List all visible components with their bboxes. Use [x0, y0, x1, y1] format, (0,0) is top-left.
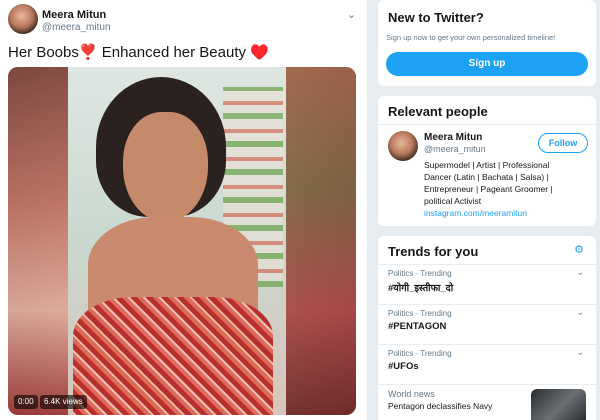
divider [378, 124, 596, 125]
gear-icon[interactable]: ⚙ [574, 243, 584, 256]
signup-button[interactable]: Sign up [386, 52, 588, 76]
signup-subtitle: Sign up now to get your own personalized… [386, 33, 556, 42]
trends-card: Trends for you ⚙ Politics · Trending #यो… [378, 236, 596, 420]
heart-icon: ♥️ [250, 44, 269, 61]
follow-button[interactable]: Follow [538, 133, 588, 153]
chevron-down-icon[interactable]: ⌄ [576, 267, 584, 278]
signup-card: New to Twitter? Sign up now to get your … [378, 0, 596, 86]
trend-item[interactable]: Politics · Trending #PENTAGON ⌄ [378, 304, 596, 344]
video-blur-left [8, 67, 68, 415]
trend-meta: Politics · Trending [388, 349, 452, 358]
avatar[interactable] [388, 131, 418, 161]
video-time: 0:00 [14, 395, 38, 409]
trend-item[interactable]: Politics · Trending #योगी_इस्तीफा_दो ⌄ [378, 264, 596, 304]
display-name[interactable]: Meera Mitun [42, 9, 106, 21]
person-bio: Supermodel | Artist | Professional Dance… [424, 160, 553, 206]
person-handle[interactable]: @meera_mitun [424, 144, 486, 154]
tweet-header: Meera Mitun @meera_mitun ⌄ [8, 4, 360, 36]
trend-name[interactable]: #PENTAGON [388, 321, 446, 332]
chevron-down-icon[interactable]: ⌄ [347, 8, 356, 21]
trend-name[interactable]: #योगी_इस्तीफा_दो [388, 281, 453, 294]
signup-title: New to Twitter? [388, 10, 484, 25]
person-link[interactable]: instagram.com/meeramitun [424, 208, 527, 218]
video-blur-right [286, 67, 356, 415]
trend-meta: Politics · Trending [388, 269, 452, 278]
news-label: World news [388, 389, 435, 399]
tweet-text-part-2: Enhanced her Beauty [97, 44, 251, 61]
chevron-down-icon[interactable]: ⌄ [576, 307, 584, 318]
trend-name[interactable]: #UFOs [388, 361, 419, 372]
tweet-text: Her Boobs❣️ Enhanced her Beauty ♥️ [8, 43, 269, 61]
chevron-down-icon[interactable]: ⌄ [576, 347, 584, 358]
video-subject-face [123, 112, 208, 222]
relevant-people-card: Relevant people Meera Mitun @meera_mitun… [378, 96, 596, 226]
avatar[interactable] [8, 4, 38, 34]
news-title[interactable]: Pentagon declassifies Navy [388, 401, 518, 420]
twitter-page: Meera Mitun @meera_mitun ⌄ Her Boobs❣️ E… [0, 0, 600, 420]
news-thumbnail[interactable] [531, 389, 586, 420]
trend-item[interactable]: Politics · Trending #UFOs ⌄ [378, 344, 596, 384]
video-views: 6.4K views [40, 395, 87, 409]
tweet-text-part-1: Her Boobs [8, 44, 79, 61]
heart-exclamation-icon: ❣️ [78, 44, 98, 61]
tweet-video[interactable]: 0:00 6.4K views [8, 67, 356, 415]
user-handle[interactable]: @meera_mitun [42, 22, 111, 33]
relevant-people-title: Relevant people [388, 104, 488, 119]
news-item[interactable]: World news Pentagon declassifies Navy [378, 384, 596, 420]
trends-title: Trends for you [388, 244, 479, 259]
person-name[interactable]: Meera Mitun [424, 132, 482, 143]
tweet-card: Meera Mitun @meera_mitun ⌄ Her Boobs❣️ E… [0, 0, 368, 420]
trend-meta: Politics · Trending [388, 309, 452, 318]
video-subject-dress [73, 297, 273, 415]
